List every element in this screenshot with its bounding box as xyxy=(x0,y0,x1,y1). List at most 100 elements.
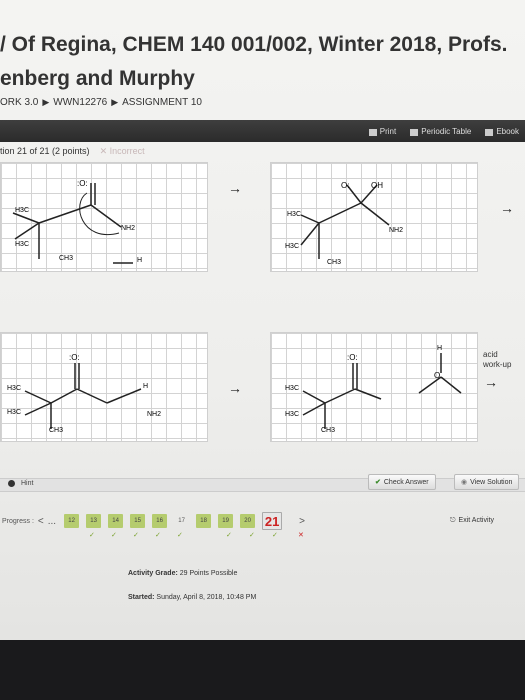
oxygen-label: O xyxy=(434,371,441,380)
methyl-label: H3C xyxy=(285,411,300,418)
methyl-label: H3C xyxy=(15,207,30,214)
progress-item[interactable]: 15 xyxy=(130,514,146,528)
methyl-label: CH3 xyxy=(327,259,342,266)
course-title-line1: / Of Regina, CHEM 140 001/002, Winter 20… xyxy=(0,33,508,56)
info-icon xyxy=(8,480,15,487)
methyl-label: H3C xyxy=(15,241,30,248)
book-icon xyxy=(485,128,494,136)
reaction-panel-4[interactable]: :O: H3C H3C CH3 H O xyxy=(270,332,478,442)
structure-drawing-3 xyxy=(24,363,142,429)
reaction-panel-2[interactable]: O: OH H3C H3C CH3 NH2 xyxy=(270,162,478,272)
breadcrumb-separator: ▶ xyxy=(111,97,119,107)
eye-icon: ◉ xyxy=(461,479,468,486)
correct-mark-icon: ✓ xyxy=(155,532,161,539)
methyl-label: H3C xyxy=(285,385,300,392)
grade-value: 29 Points Possible xyxy=(179,570,238,577)
structure-drawing-4 xyxy=(302,353,462,429)
checkmark-icon: ✔ xyxy=(375,479,381,486)
hint-button[interactable]: Hint xyxy=(8,480,33,487)
status-text: Incorrect xyxy=(109,146,145,156)
next-arrow-icon[interactable]: > xyxy=(299,516,305,527)
periodic-table-label: Periodic Table xyxy=(421,127,472,136)
periodic-table-button[interactable]: Periodic Table xyxy=(410,124,471,140)
progress-item[interactable]: 14 xyxy=(108,514,124,528)
progress-label: Progress : xyxy=(2,517,34,525)
oxygen-label: :O: xyxy=(69,353,80,362)
progress-bar: Progress : < ... 12 13 14 15 16 17 18 19… xyxy=(0,510,525,532)
methyl-label: H3C xyxy=(285,243,300,250)
breadcrumb-item[interactable]: ORK 3.0 xyxy=(0,97,38,108)
grade-label: Activity Grade: xyxy=(128,570,178,577)
course-title-line2: enberg and Murphy xyxy=(0,67,195,90)
ebook-label: Ebook xyxy=(496,127,519,136)
progress-item[interactable]: 13 xyxy=(86,514,102,528)
question-status: ✕ Incorrect xyxy=(99,146,145,156)
view-solution-button[interactable]: ◉ View Solution xyxy=(454,474,520,490)
browser-viewport: / Of Regina, CHEM 140 001/002, Winter 20… xyxy=(0,0,525,640)
question-number: tion 21 of 21 (2 points) xyxy=(0,146,90,156)
progress-marks: ✓ ✓ ✓ ✓ ✓ ✓ ✓ ✓ ✕ xyxy=(0,531,525,541)
breadcrumb-separator: ▶ xyxy=(42,97,50,107)
prev-arrow-icon[interactable]: < xyxy=(38,516,44,527)
view-solution-label: View Solution xyxy=(470,478,513,486)
question-header: tion 21 of 21 (2 points) ✕ Incorrect xyxy=(0,146,145,157)
progress-item[interactable]: 18 xyxy=(196,514,212,528)
table-icon xyxy=(410,128,419,136)
hydrogen-label: H xyxy=(143,383,149,390)
progress-item[interactable]: 19 xyxy=(218,514,234,528)
print-button[interactable]: Print xyxy=(368,124,396,140)
progress-ellipsis[interactable]: ... xyxy=(48,516,56,527)
methyl-label: H3C xyxy=(287,211,302,218)
breadcrumb-item[interactable]: ASSIGNMENT 10 xyxy=(122,97,202,108)
reaction-arrow: → xyxy=(228,180,242,196)
amide-ion-label: NH2 xyxy=(147,411,162,418)
started-label: Started: xyxy=(128,594,155,601)
correct-mark-icon: ✓ xyxy=(249,532,255,539)
hydrogen-label: H xyxy=(137,257,143,264)
hydroxyl-label: OH xyxy=(371,181,383,190)
methyl-label: H3C xyxy=(7,385,22,392)
breadcrumb-item[interactable]: WWN12276 xyxy=(53,97,107,108)
exit-activity-button[interactable]: ⎋ Exit Activity xyxy=(450,517,494,525)
acid-label: acid xyxy=(483,350,498,359)
check-answer-button[interactable]: ✔ Check Answer xyxy=(368,474,436,490)
methyl-label: CH3 xyxy=(59,255,74,262)
oxygen-label: :O: xyxy=(347,353,358,362)
methyl-label: CH3 xyxy=(49,427,64,434)
progress-item[interactable]: 12 xyxy=(64,514,80,528)
breadcrumb: ORK 3.0 ▶ WWN12276 ▶ ASSIGNMENT 10 xyxy=(0,97,202,108)
progress-item[interactable]: 16 xyxy=(152,514,168,528)
progress-item-current[interactable]: 21 xyxy=(262,512,283,530)
correct-mark-icon: ✓ xyxy=(133,532,139,539)
incorrect-mark-icon: ✕ xyxy=(298,532,304,539)
hint-label: Hint xyxy=(21,480,34,487)
started-info: Started: Sunday, April 8, 2018, 10:48 PM xyxy=(128,594,256,601)
ebook-button[interactable]: Ebook xyxy=(485,124,519,140)
progress-item[interactable]: 17 xyxy=(174,514,189,528)
reaction-arrow: → xyxy=(228,380,242,396)
methyl-label: CH3 xyxy=(321,427,336,434)
reaction-arrow: → xyxy=(500,200,514,216)
reaction-arrow: → xyxy=(484,374,498,390)
correct-mark-icon: ✓ xyxy=(111,532,117,539)
amine-label: NH2 xyxy=(121,225,136,232)
reaction-panel-3[interactable]: :O: H3C H3C CH3 H NH2 xyxy=(0,332,208,442)
printer-icon xyxy=(368,128,377,136)
structure-drawing-2 xyxy=(300,184,390,259)
workup-label: work-up xyxy=(483,360,512,369)
hint-bar xyxy=(0,478,525,492)
acid-workup-label: acid work-up xyxy=(483,350,511,370)
reaction-panel-1[interactable]: :O: H3C H3C CH3 NH2 H xyxy=(0,162,208,272)
toolbar-actions: Print Periodic Table Ebook xyxy=(340,124,525,140)
progress-item[interactable]: 20 xyxy=(240,514,256,528)
methyl-label: H3C xyxy=(7,409,22,416)
course-title: / Of Regina, CHEM 140 001/002, Winter 20… xyxy=(0,28,525,96)
correct-mark-icon: ✓ xyxy=(89,532,95,539)
oxygen-label: :O: xyxy=(77,179,88,188)
exit-activity-label: Exit Activity xyxy=(458,517,494,524)
exit-icon: ⎋ xyxy=(450,517,456,524)
hydrogen-label: H xyxy=(437,345,443,352)
oxygen-label: O: xyxy=(341,181,350,190)
amine-label: NH2 xyxy=(389,227,404,234)
activity-grade: Activity Grade: 29 Points Possible xyxy=(128,570,237,577)
